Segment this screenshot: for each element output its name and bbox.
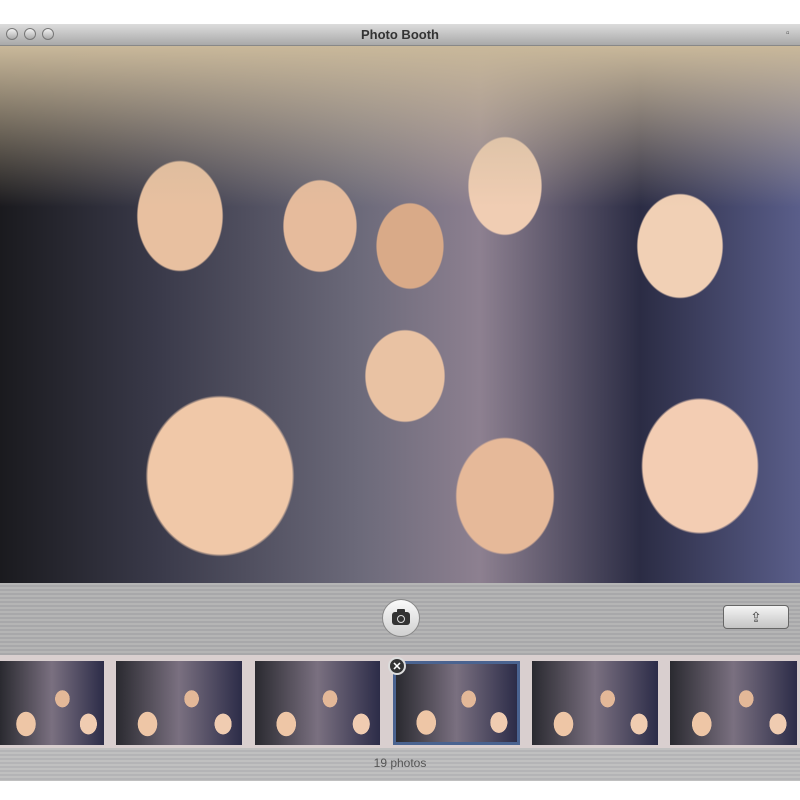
window-title: Photo Booth	[361, 27, 439, 42]
toolbar-toggle-icon[interactable]: ▫	[786, 28, 796, 40]
title-bar[interactable]: Photo Booth ▫	[0, 24, 800, 46]
take-photo-button[interactable]	[382, 599, 420, 637]
photo-thumbnail[interactable]	[532, 661, 658, 745]
photo-filmstrip: ✕	[0, 655, 800, 748]
share-arrow-icon: ⇪	[750, 608, 762, 625]
status-bar: 19 photos	[0, 748, 800, 781]
camera-icon	[392, 608, 410, 625]
delete-photo-button[interactable]: ✕	[388, 657, 406, 675]
photo-thumbnail-selected[interactable]	[393, 661, 520, 745]
photo-thumbnail[interactable]	[116, 661, 242, 745]
photo-thumbnail[interactable]	[255, 661, 380, 745]
photo-thumbnail[interactable]	[0, 661, 104, 745]
share-button[interactable]: ⇪	[723, 605, 789, 629]
photo-thumbnail[interactable]	[670, 661, 797, 745]
photo-count: 19 photos	[373, 756, 427, 770]
camera-preview	[0, 46, 800, 583]
photo-booth-window: Photo Booth ▫ ⇪ ✕ 19 photos	[0, 24, 800, 781]
toolbar: ⇪	[0, 583, 800, 655]
